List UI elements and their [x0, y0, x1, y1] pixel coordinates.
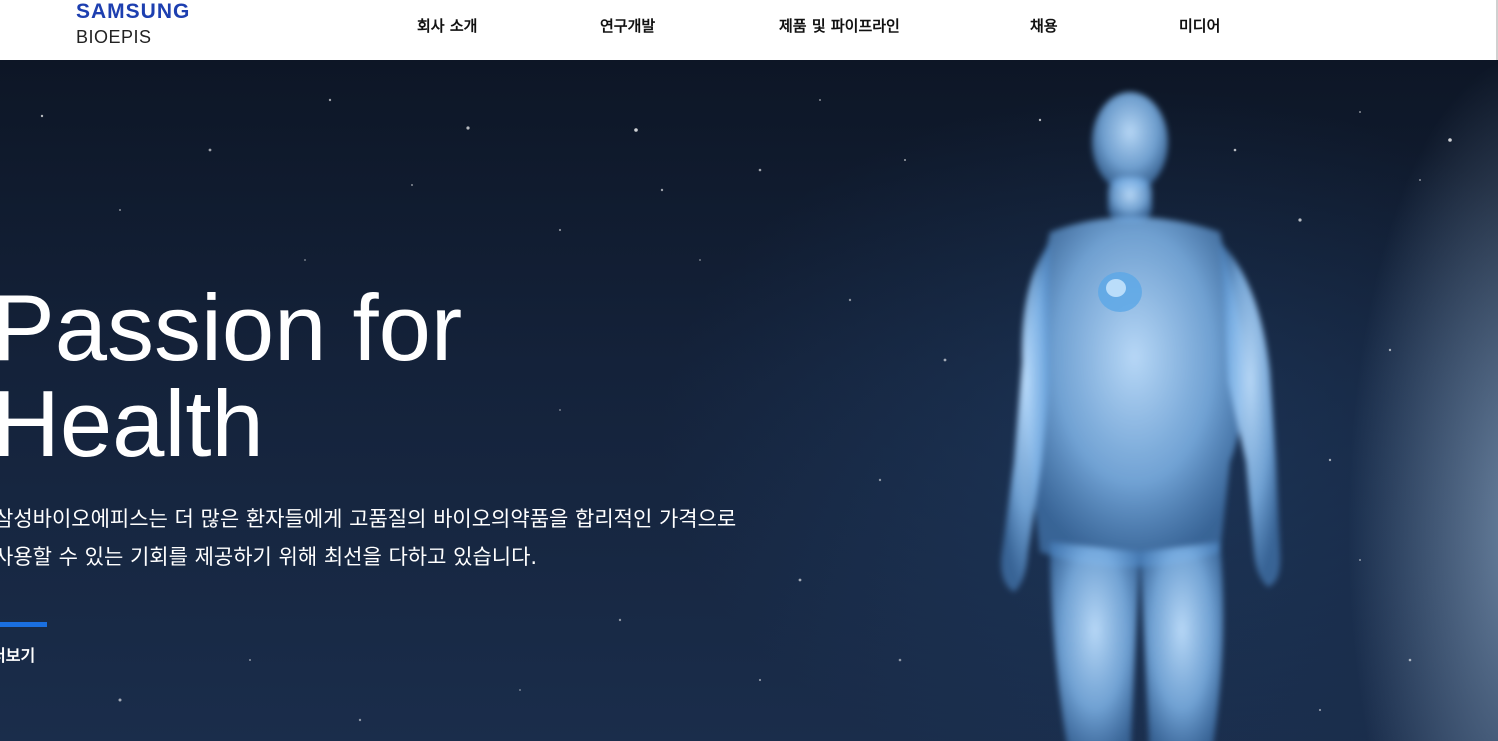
logo-bioepis-text: BIOEPIS	[76, 27, 152, 47]
nav-item-careers[interactable]: 채용	[1030, 16, 1058, 36]
site-header: SAMSUNG BIOEPIS 회사 소개 연구개발 제품 및 파이프라인 채용…	[0, 0, 1498, 60]
nav-item-company[interactable]: 회사 소개	[417, 16, 477, 36]
logo-samsung-text: SAMSUNG	[76, 0, 191, 23]
nav-item-media[interactable]: 미디어	[1179, 16, 1220, 36]
read-more-link[interactable]: 더보기	[0, 646, 35, 666]
accent-bar	[0, 622, 47, 627]
page: SAMSUNG BIOEPIS 회사 소개 연구개발 제품 및 파이프라인 채용…	[0, 0, 1498, 741]
samsung-bioepis-logo[interactable]: SAMSUNG BIOEPIS	[76, 0, 216, 56]
hero-description: 삼성바이오에피스는 더 많은 환자들에게 고품질의 바이오의약품을 합리적인 가…	[0, 507, 737, 569]
hero-title: Passion for Health	[0, 275, 463, 476]
hero-banner: Passion for Health 삼성바이오에피스는 더 많은 환자들에게 …	[0, 60, 1498, 741]
human-hologram-image	[1001, 92, 1281, 741]
nav-item-products-pipeline[interactable]: 제품 및 파이프라인	[779, 16, 900, 36]
nav-item-research[interactable]: 연구개발	[600, 16, 655, 36]
